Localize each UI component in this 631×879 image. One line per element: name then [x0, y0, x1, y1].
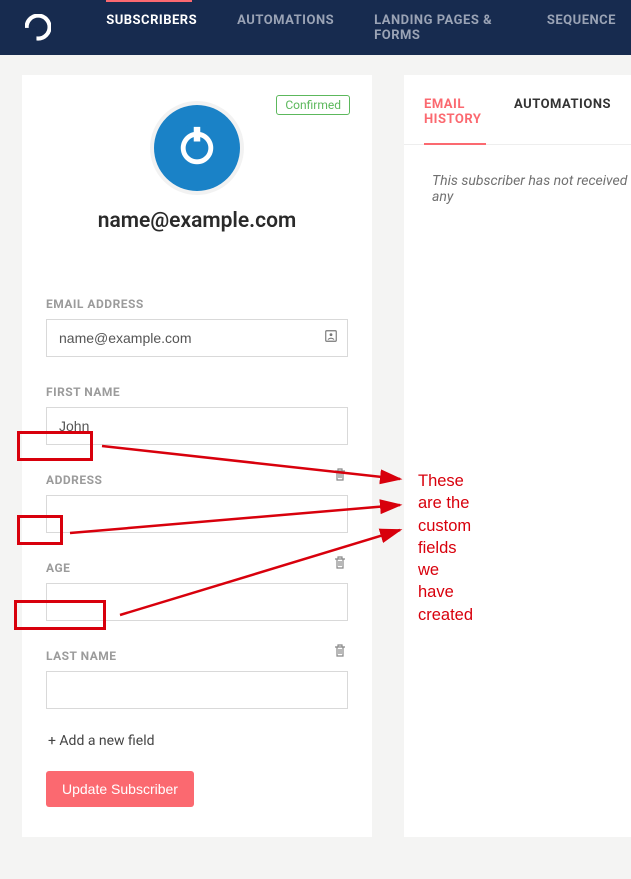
page-body: Confirmed name@example.com EMAIL ADDRESS [0, 55, 631, 837]
main-nav: SUBSCRIBERS AUTOMATIONS LANDING PAGES & … [106, 13, 616, 43]
subscriber-card: Confirmed name@example.com EMAIL ADDRESS [22, 75, 372, 837]
custom-field-address: ADDRESS [46, 469, 348, 533]
right-panel: EMAIL HISTORY AUTOMATIONS This subscribe… [404, 75, 631, 837]
right-tabs: EMAIL HISTORY AUTOMATIONS [404, 75, 631, 145]
custom-field-last-name: LAST NAME [46, 645, 348, 709]
first-name-field-row: FIRST NAME [46, 381, 348, 445]
email-input[interactable] [46, 319, 348, 357]
nav-landing-pages[interactable]: LANDING PAGES & FORMS [374, 13, 507, 43]
add-field-link[interactable]: + Add a new field [48, 733, 348, 749]
age-input[interactable] [46, 583, 348, 621]
first-name-input[interactable] [46, 407, 348, 445]
custom-field-age: AGE [46, 557, 348, 621]
update-subscriber-button[interactable]: Update Subscriber [46, 771, 194, 807]
tab-automations[interactable]: AUTOMATIONS [514, 75, 611, 144]
tab-email-history[interactable]: EMAIL HISTORY [424, 75, 486, 145]
avatar [154, 105, 240, 191]
nav-sequences[interactable]: SEQUENCE [547, 13, 616, 43]
subscriber-email-heading: name@example.com [46, 209, 348, 233]
trash-icon[interactable] [332, 467, 348, 483]
address-input[interactable] [46, 495, 348, 533]
brand-logo[interactable] [25, 14, 51, 42]
age-label: AGE [46, 561, 70, 575]
avatar-section: name@example.com [46, 97, 348, 233]
address-label: ADDRESS [46, 473, 102, 487]
last-name-input[interactable] [46, 671, 348, 709]
email-label: EMAIL ADDRESS [46, 297, 144, 311]
nav-automations[interactable]: AUTOMATIONS [237, 13, 334, 43]
trash-icon[interactable] [332, 555, 348, 571]
contact-card-icon [324, 329, 338, 347]
status-badge: Confirmed [276, 95, 350, 115]
last-name-label: LAST NAME [46, 649, 117, 663]
first-name-label: FIRST NAME [46, 385, 120, 399]
top-navbar: SUBSCRIBERS AUTOMATIONS LANDING PAGES & … [0, 0, 631, 55]
empty-history-message: This subscriber has not received any [404, 145, 631, 205]
trash-icon[interactable] [332, 643, 348, 659]
nav-active-indicator [106, 0, 192, 2]
nav-subscribers[interactable]: SUBSCRIBERS [106, 13, 197, 43]
email-field-row: EMAIL ADDRESS [46, 293, 348, 357]
